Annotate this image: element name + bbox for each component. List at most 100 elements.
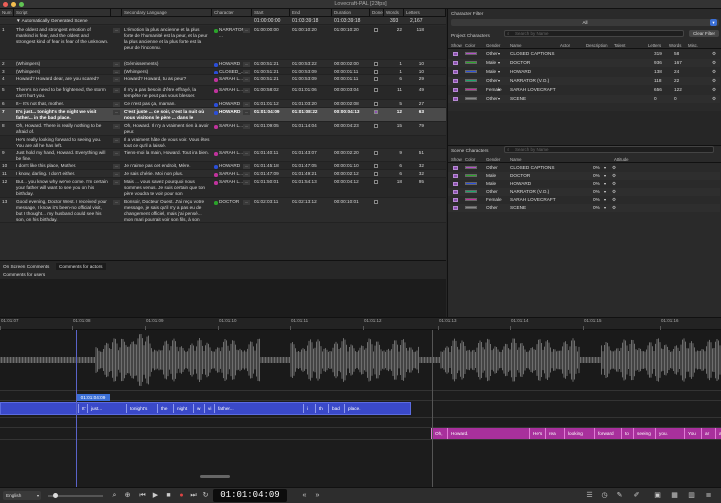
table-row[interactable]: 3 (Whimpers)... (Whimpers) CLOSED_...... 01:… — [0, 68, 446, 75]
more-button[interactable]: ... — [243, 61, 250, 67]
tab-comments-for-actors[interactable]: Comments for actors — [56, 263, 106, 270]
more-button[interactable]: ... — [113, 199, 120, 205]
scene-character-row[interactable]: Female SARAH LOVECRAFT 0% ▾ ⚙ — [448, 196, 720, 204]
word-clip[interactable]: i — [304, 403, 311, 414]
show-checkbox[interactable] — [453, 78, 458, 83]
more-button[interactable]: ... — [113, 109, 120, 115]
scene-character-row[interactable]: Other NARRATOR (V.O.) 0% ▾ ⚙ — [448, 188, 720, 196]
word-clip[interactable]: night — [174, 403, 190, 414]
scene-character-row[interactable]: Male HOWARD 0% ▾ ⚙ — [448, 180, 720, 188]
table-row[interactable]: 9 Just hold my hand, Howard. Everything w… — [0, 149, 446, 162]
done-checkbox[interactable] — [374, 70, 378, 74]
zoom-icon[interactable]: ⌕ — [110, 491, 119, 500]
done-checkbox[interactable] — [374, 151, 378, 155]
settings-icon[interactable]: ⚙ — [612, 205, 616, 211]
word-clip[interactable]: looking — [565, 428, 586, 439]
word-clip[interactable]: you. — [656, 428, 671, 439]
table-row[interactable]: 4 Howard? Howard dear, are you scared?...… — [0, 75, 446, 86]
word-clip[interactable]: father... — [215, 403, 237, 414]
more-button[interactable]: ... — [113, 101, 120, 107]
character-row[interactable]: Male ▾ HOWARD 138 24 ⚙ — [448, 68, 720, 76]
color-swatch[interactable] — [465, 70, 477, 73]
color-swatch[interactable] — [465, 97, 477, 100]
loop-icon[interactable]: ↻ — [201, 491, 210, 500]
word-clip[interactable]: Howard. — [448, 428, 471, 439]
volume-slider[interactable] — [48, 493, 103, 498]
mixer-icon[interactable]: ≣ — [704, 491, 713, 500]
grid-header-0[interactable]: Num — [0, 9, 14, 17]
grid-header-2[interactable] — [111, 9, 122, 17]
color-swatch[interactable] — [465, 61, 477, 64]
character-row[interactable]: Female ▾ SARAH LOVECRAFT 656 122 ⚙ — [448, 86, 720, 94]
settings-icon[interactable]: ⚙ — [612, 189, 616, 195]
settings-icon[interactable]: ⚙ — [712, 60, 716, 66]
time-ruler[interactable]: 01:01:07 01:01:08 01:01:09 01:01:10 01:01:11… — [0, 318, 721, 330]
done-checkbox[interactable] — [374, 164, 378, 168]
timeline-panel[interactable]: 01:01:07 01:01:08 01:01:09 01:01:10 01:01:11… — [0, 317, 721, 488]
edit-icon[interactable]: ✎ — [615, 491, 624, 500]
grid-header-3[interactable]: Secondary Language — [122, 9, 212, 17]
group-row[interactable]: ▼ Automatically Generated Scene 01:00:00:… — [0, 17, 446, 25]
table-row[interactable]: He's really looking forward to seeing yo… — [0, 136, 446, 149]
more-button[interactable]: ... — [243, 123, 250, 129]
more-button[interactable]: ... — [113, 179, 120, 185]
character-row[interactable]: Other ▾ NARRATOR (V.O.) 118 22 ⚙ — [448, 77, 720, 85]
audio-waveform-track[interactable] — [0, 330, 721, 390]
show-checkbox[interactable] — [453, 51, 458, 56]
settings-icon[interactable]: ⚙ — [612, 165, 616, 171]
settings-icon[interactable]: ⚙ — [712, 96, 716, 102]
word-clip[interactable]: a — [716, 428, 721, 439]
volume-knob[interactable] — [53, 493, 58, 498]
list-icon[interactable]: ☰ — [585, 491, 594, 500]
pen-icon[interactable]: ✐ — [632, 491, 641, 500]
done-checkbox[interactable] — [374, 172, 378, 176]
settings-icon[interactable]: ⚙ — [712, 78, 716, 84]
character-filter-select[interactable]: All ▾ — [451, 19, 719, 26]
show-checkbox[interactable] — [453, 205, 458, 210]
done-checkbox[interactable] — [374, 124, 378, 128]
word-clip[interactable]: vi — [205, 403, 214, 414]
loop-start-timecode[interactable]: 01:01:04:09 — [76, 394, 110, 401]
comments-textarea[interactable] — [0, 279, 446, 317]
settings-icon[interactable]: ⚙ — [612, 173, 616, 179]
color-swatch[interactable] — [465, 174, 477, 177]
table-row[interactable]: 2 (Whimpers)... (Gémissements) HOWARD... 01:… — [0, 60, 446, 68]
show-checkbox[interactable] — [453, 69, 458, 74]
more-button[interactable]: ... — [243, 27, 250, 33]
more-button[interactable]: ... — [113, 61, 120, 67]
grid-header-1[interactable]: Script — [14, 9, 111, 17]
table-row[interactable]: 12 But... you know why we've come. I'm ce… — [0, 178, 446, 198]
more-button[interactable]: ... — [113, 27, 120, 33]
word-clip[interactable]: just... — [88, 403, 105, 414]
more-button[interactable]: ... — [243, 163, 250, 169]
horizontal-scrollbar[interactable] — [200, 475, 230, 478]
done-checkbox[interactable] — [374, 200, 378, 204]
color-swatch[interactable] — [465, 88, 477, 91]
grid-header-7[interactable]: Duration — [332, 9, 370, 17]
play-icon[interactable]: ▶ — [151, 491, 160, 500]
more-button[interactable]: ... — [243, 150, 250, 156]
done-checkbox[interactable] — [374, 110, 378, 114]
grid-icon[interactable]: ▦ — [670, 491, 679, 500]
more-button[interactable]: ... — [113, 163, 120, 169]
more-button[interactable]: ... — [243, 109, 250, 115]
scene-search-input[interactable]: ⌕ Search by Name — [504, 146, 714, 153]
show-checkbox[interactable] — [453, 189, 458, 194]
clear-filter-button[interactable]: Clear Filter — [689, 30, 719, 37]
word-clip[interactable]: bad — [329, 403, 343, 414]
word-clip[interactable]: forward — [595, 428, 617, 439]
columns-icon[interactable]: ▥ — [687, 491, 696, 500]
done-checkbox[interactable] — [374, 102, 378, 106]
table-row[interactable]: 6 It-- It's not that, mother.... Ce n'est … — [0, 100, 446, 108]
more-button[interactable]: ... — [113, 171, 120, 177]
grid-header-5[interactable]: Start — [252, 9, 290, 17]
grid-header-10[interactable]: Letters — [404, 9, 446, 17]
color-swatch[interactable] — [465, 166, 477, 169]
word-clip[interactable]: w — [194, 403, 203, 414]
more-button[interactable]: ... — [113, 150, 120, 156]
more-button[interactable]: ... — [243, 101, 250, 107]
more-button[interactable]: ... — [113, 76, 120, 82]
character-row[interactable]: Male ▾ DOCTOR 936 167 ⚙ — [448, 59, 720, 67]
word-clip[interactable]: ar — [702, 428, 712, 439]
done-checkbox[interactable] — [374, 88, 378, 92]
